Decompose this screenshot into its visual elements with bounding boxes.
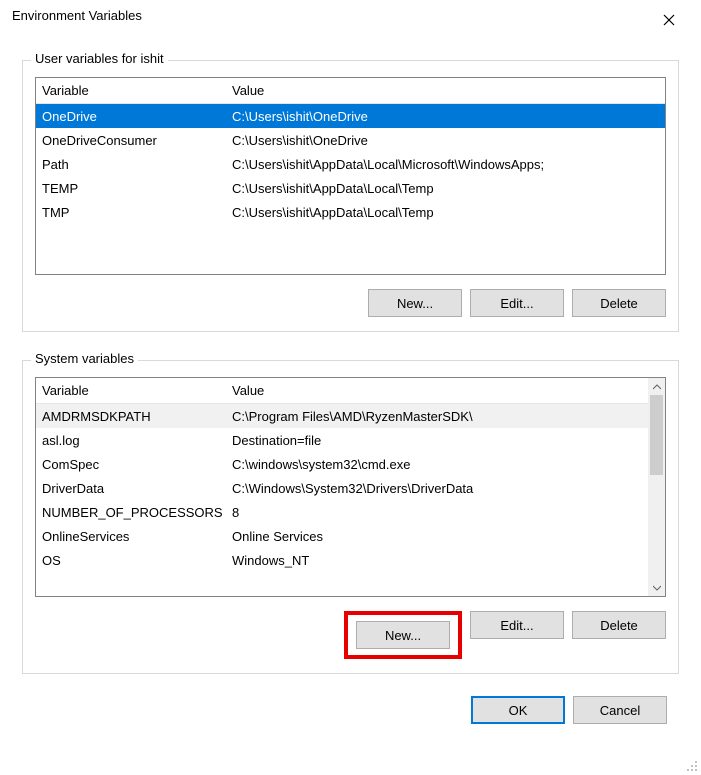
row-variable: Path xyxy=(36,157,226,172)
row-variable: OneDrive xyxy=(36,109,226,124)
row-variable: NUMBER_OF_PROCESSORS xyxy=(36,505,226,520)
table-row[interactable]: OnlineServicesOnline Services xyxy=(36,524,648,548)
system-variables-group: System variables Variable Value AMDRMSDK… xyxy=(22,360,679,674)
scroll-up-button[interactable] xyxy=(648,378,665,395)
dialog-button-row: OK Cancel xyxy=(0,674,701,724)
table-row[interactable]: OneDriveConsumerC:\Users\ishit\OneDrive xyxy=(36,128,665,152)
system-edit-button[interactable]: Edit... xyxy=(470,611,564,639)
row-value: C:\Windows\System32\Drivers\DriverData xyxy=(226,481,648,496)
table-row[interactable]: asl.logDestination=file xyxy=(36,428,648,452)
row-variable: TMP xyxy=(36,205,226,220)
row-variable: OneDriveConsumer xyxy=(36,133,226,148)
user-edit-button[interactable]: Edit... xyxy=(470,289,564,317)
scroll-thumb[interactable] xyxy=(650,395,663,475)
table-row[interactable]: OSWindows_NT xyxy=(36,548,648,572)
row-value: C:\Users\ishit\OneDrive xyxy=(226,133,665,148)
system-variables-label: System variables xyxy=(31,351,138,366)
row-variable: asl.log xyxy=(36,433,226,448)
row-value: C:\Users\ishit\AppData\Local\Microsoft\W… xyxy=(226,157,665,172)
user-button-row: New... Edit... Delete xyxy=(35,289,666,317)
system-button-row: New... Edit... Delete xyxy=(35,611,666,659)
row-value: C:\Users\ishit\AppData\Local\Temp xyxy=(226,181,665,196)
system-new-button[interactable]: New... xyxy=(356,621,450,649)
column-header-variable[interactable]: Variable xyxy=(36,383,226,398)
system-delete-button[interactable]: Delete xyxy=(572,611,666,639)
chevron-down-icon xyxy=(653,585,661,591)
table-row[interactable]: TMPC:\Users\ishit\AppData\Local\Temp xyxy=(36,200,665,224)
user-variables-group: User variables for ishit Variable Value … xyxy=(22,60,679,332)
column-header-value[interactable]: Value xyxy=(226,83,665,98)
titlebar: Environment Variables xyxy=(0,0,701,32)
list-header: Variable Value xyxy=(36,78,665,104)
column-header-variable[interactable]: Variable xyxy=(36,83,226,98)
row-variable: OnlineServices xyxy=(36,529,226,544)
user-new-button[interactable]: New... xyxy=(368,289,462,317)
row-value: C:\windows\system32\cmd.exe xyxy=(226,457,648,472)
close-icon xyxy=(663,14,675,26)
table-row[interactable]: NUMBER_OF_PROCESSORS8 xyxy=(36,500,648,524)
row-value: C:\Program Files\AMD\RyzenMasterSDK\ xyxy=(226,409,648,424)
scroll-track[interactable] xyxy=(648,395,665,579)
row-value: 8 xyxy=(226,505,648,520)
resize-grip[interactable] xyxy=(684,758,698,772)
row-variable: OS xyxy=(36,553,226,568)
row-value: Windows_NT xyxy=(226,553,648,568)
scrollbar[interactable] xyxy=(648,378,665,596)
table-row[interactable]: DriverDataC:\Windows\System32\Drivers\Dr… xyxy=(36,476,648,500)
column-header-value[interactable]: Value xyxy=(226,383,648,398)
highlight-annotation: New... xyxy=(344,611,462,659)
row-variable: ComSpec xyxy=(36,457,226,472)
cancel-button[interactable]: Cancel xyxy=(573,696,667,724)
table-row[interactable]: PathC:\Users\ishit\AppData\Local\Microso… xyxy=(36,152,665,176)
list-header: Variable Value xyxy=(36,378,648,404)
user-variables-label: User variables for ishit xyxy=(31,51,168,66)
row-value: C:\Users\ishit\OneDrive xyxy=(226,109,665,124)
chevron-up-icon xyxy=(653,384,661,390)
table-row[interactable]: ComSpecC:\windows\system32\cmd.exe xyxy=(36,452,648,476)
table-row[interactable]: OneDriveC:\Users\ishit\OneDrive xyxy=(36,104,665,128)
close-button[interactable] xyxy=(649,8,689,32)
resize-grip-icon xyxy=(684,758,698,772)
table-row[interactable]: TEMPC:\Users\ishit\AppData\Local\Temp xyxy=(36,176,665,200)
ok-button[interactable]: OK xyxy=(471,696,565,724)
window-title: Environment Variables xyxy=(12,8,142,23)
row-value: C:\Users\ishit\AppData\Local\Temp xyxy=(226,205,665,220)
user-delete-button[interactable]: Delete xyxy=(572,289,666,317)
row-variable: AMDRMSDKPATH xyxy=(36,409,226,424)
system-variables-list[interactable]: Variable Value AMDRMSDKPATHC:\Program Fi… xyxy=(35,377,666,597)
row-value: Online Services xyxy=(226,529,648,544)
scroll-down-button[interactable] xyxy=(648,579,665,596)
row-variable: TEMP xyxy=(36,181,226,196)
row-value: Destination=file xyxy=(226,433,648,448)
row-variable: DriverData xyxy=(36,481,226,496)
user-variables-list[interactable]: Variable Value OneDriveC:\Users\ishit\On… xyxy=(35,77,666,275)
table-row[interactable]: AMDRMSDKPATHC:\Program Files\AMD\RyzenMa… xyxy=(36,404,648,428)
